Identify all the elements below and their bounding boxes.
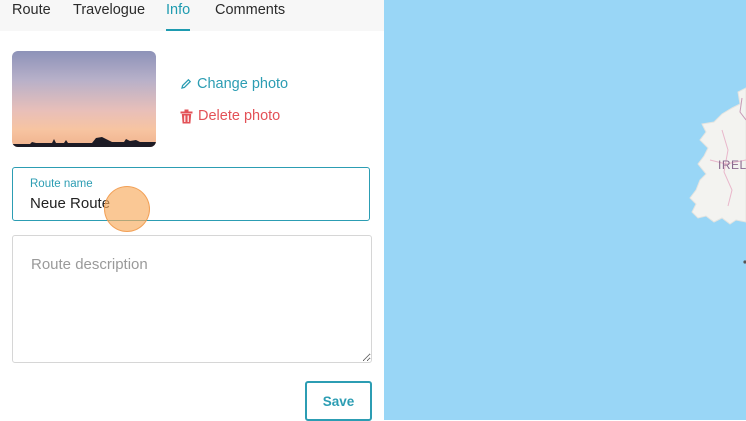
save-button[interactable]: Save	[305, 381, 372, 421]
tab-travelogue[interactable]: Travelogue	[73, 1, 145, 32]
tab-route[interactable]: Route	[12, 1, 51, 32]
route-name-input[interactable]: Neue Route	[30, 195, 110, 212]
map-country-label: IRELAND	[718, 158, 746, 172]
tab-bar: Route Travelogue Info Comments	[0, 0, 384, 31]
route-photo	[12, 51, 156, 147]
silhouette-graphic	[12, 137, 156, 147]
delete-photo-label: Delete photo	[198, 108, 281, 124]
trash-icon	[180, 109, 193, 123]
route-description-input[interactable]	[12, 235, 372, 363]
change-photo-link[interactable]: Change photo	[180, 76, 288, 92]
route-info-panel: Route Travelogue Info Comments Change ph…	[0, 0, 384, 421]
tab-info[interactable]: Info	[166, 1, 191, 32]
delete-photo-link[interactable]: Delete photo	[180, 108, 280, 124]
route-name-field[interactable]: Route name Neue Route	[12, 167, 370, 221]
map-view[interactable]: IRELAND	[384, 0, 746, 420]
tab-comments[interactable]: Comments	[215, 1, 285, 32]
route-name-label: Route name	[30, 178, 93, 190]
change-photo-label: Change photo	[197, 76, 289, 92]
ireland-landmass	[689, 87, 746, 264]
pencil-icon	[181, 78, 192, 89]
